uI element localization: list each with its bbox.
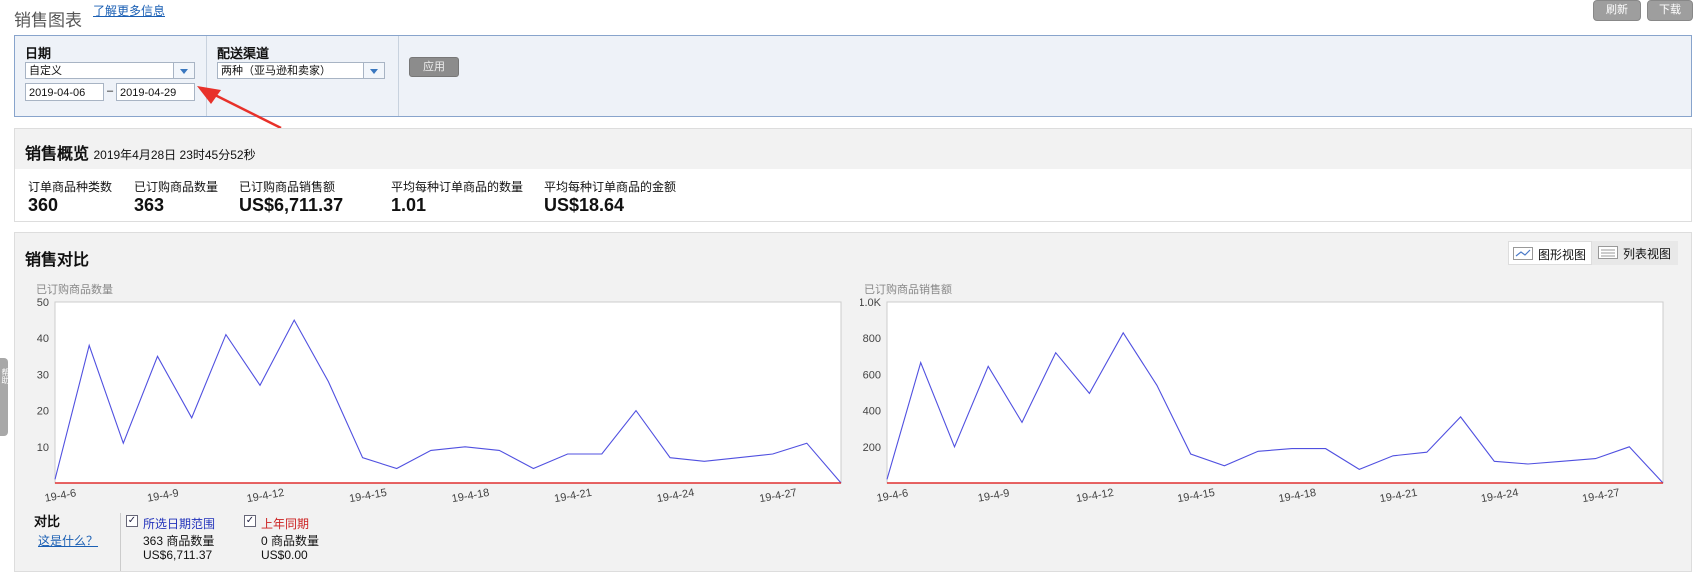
x-tick-label: 19-4-12 [246,487,285,505]
graph-view-label: 图形视图 [1538,248,1587,262]
metric-value: 360 [28,195,59,215]
chevron-down-icon[interactable] [173,63,194,78]
y-tick-label: 40 [37,333,49,345]
x-tick-label: 19-4-6 [876,487,909,504]
y-tick-label: 800 [863,333,881,345]
y-tick-label: 600 [863,369,881,381]
metric-label: 平均每种订单商品的数量 [391,180,524,194]
y-tick-label: 30 [37,369,49,381]
y-tick-label: 20 [37,406,49,418]
x-tick-label: 19-4-9 [977,487,1010,504]
download-button[interactable]: 下载 [1647,0,1693,21]
list-view-label: 列表视图 [1623,247,1672,261]
metric-value: US$6,711.37 [239,195,344,215]
x-tick-label: 19-4-21 [553,487,592,505]
channel-select[interactable]: 两种（亚马逊和卖家） [217,62,385,79]
metric-value: US$18.64 [544,195,625,215]
channel-label: 配送渠道 [217,46,270,61]
date-from-input[interactable]: 2019-04-06 [25,83,104,101]
y-tick-label: 1.0K [860,297,882,309]
x-tick-label: 19-4-15 [348,487,387,505]
selected-range-checkbox[interactable]: ✓ [126,515,138,527]
x-tick-label: 19-4-6 [44,487,77,504]
date-range-select[interactable]: 自定义 [25,62,195,79]
x-tick-label: 19-4-15 [1176,487,1215,505]
learn-more-link[interactable]: 了解更多信息 [93,2,165,19]
sales-amount-chart: 200 400 600 800 1.0K 19-4-6 19-4-9 19-4-12 19-4-… [860,297,1664,505]
legend-divider [120,513,121,571]
x-tick-label: 19-4-12 [1075,487,1114,505]
x-tick-label: 19-4-24 [1480,487,1519,505]
last-year-label: 上年同期 [261,517,310,531]
filter-divider [398,36,399,116]
x-tick-label: 19-4-18 [1278,487,1317,505]
x-tick-label: 19-4-27 [1581,487,1620,505]
metric-label: 平均每种订单商品的金额 [544,180,677,194]
sales-compare-title: 销售对比 [25,252,90,269]
compare-label: 对比 [34,514,61,529]
metric-label: 已订购商品销售额 [239,180,336,194]
chevron-down-icon[interactable] [363,63,384,78]
date-range-select-value: 自定义 [29,65,62,77]
last-year-sales: US$0.00 [261,548,308,562]
last-year-checkbox[interactable]: ✓ [244,515,256,527]
y-tick-label: 50 [37,297,49,309]
units-ordered-chart: 10 20 30 40 50 19-4-6 19-4-9 19-4-12 19-4-15 19-4… [37,297,842,505]
arrow-shaft [208,90,282,130]
x-tick-label: 19-4-21 [1379,487,1418,505]
y-tick-label: 200 [863,442,881,454]
metric-label: 已订购商品数量 [134,180,219,194]
y-tick-label: 10 [37,442,49,454]
date-range-separator: – [107,85,114,97]
x-tick-label: 19-4-18 [451,487,490,505]
list-icon [1598,246,1618,259]
arrow-head [197,86,221,104]
side-help-label: 帮助 [1,368,8,384]
refresh-button[interactable]: 刷新 [1593,0,1641,21]
channel-select-value: 两种（亚马逊和卖家） [221,65,331,77]
selected-range-sales: US$6,711.37 [143,548,213,562]
metric-label: 订单商品种类数 [28,180,113,194]
sales-overview-title-row: 销售概览 2019年4月28日 23时45分52秒 [25,140,256,164]
what-is-this-link[interactable]: 这是什么？ [38,532,98,549]
last-year-units: 0 商品数量 [261,534,320,548]
x-tick-label: 19-4-24 [656,487,695,505]
side-help-tab[interactable]: 帮助 [0,358,8,436]
date-label: 日期 [25,46,52,61]
page-title: 销售图表 [14,11,82,30]
apply-button[interactable]: 应用 [409,57,459,77]
overview-timestamp: 2019年4月28日 23时45分52秒 [93,148,256,162]
metric-value: 363 [134,195,165,215]
sales-overview-title: 销售概览 [25,146,90,163]
selected-range-label: 所选日期范围 [143,517,216,531]
x-tick-label: 19-4-9 [146,487,179,504]
graph-view-toggle[interactable]: 图形视图 [1508,241,1592,265]
sales-overview-header [15,129,1691,169]
y-tick-label: 400 [863,406,881,418]
plot-area [54,301,842,484]
annotation-arrow [197,86,282,130]
date-to-input[interactable]: 2019-04-29 [116,83,195,101]
line-chart-icon [1513,247,1533,260]
metric-value: 1.01 [391,195,427,215]
selected-range-units: 363 商品数量 [143,534,215,548]
x-tick-label: 19-4-27 [758,487,797,505]
list-view-toggle[interactable]: 列表视图 [1592,241,1678,265]
